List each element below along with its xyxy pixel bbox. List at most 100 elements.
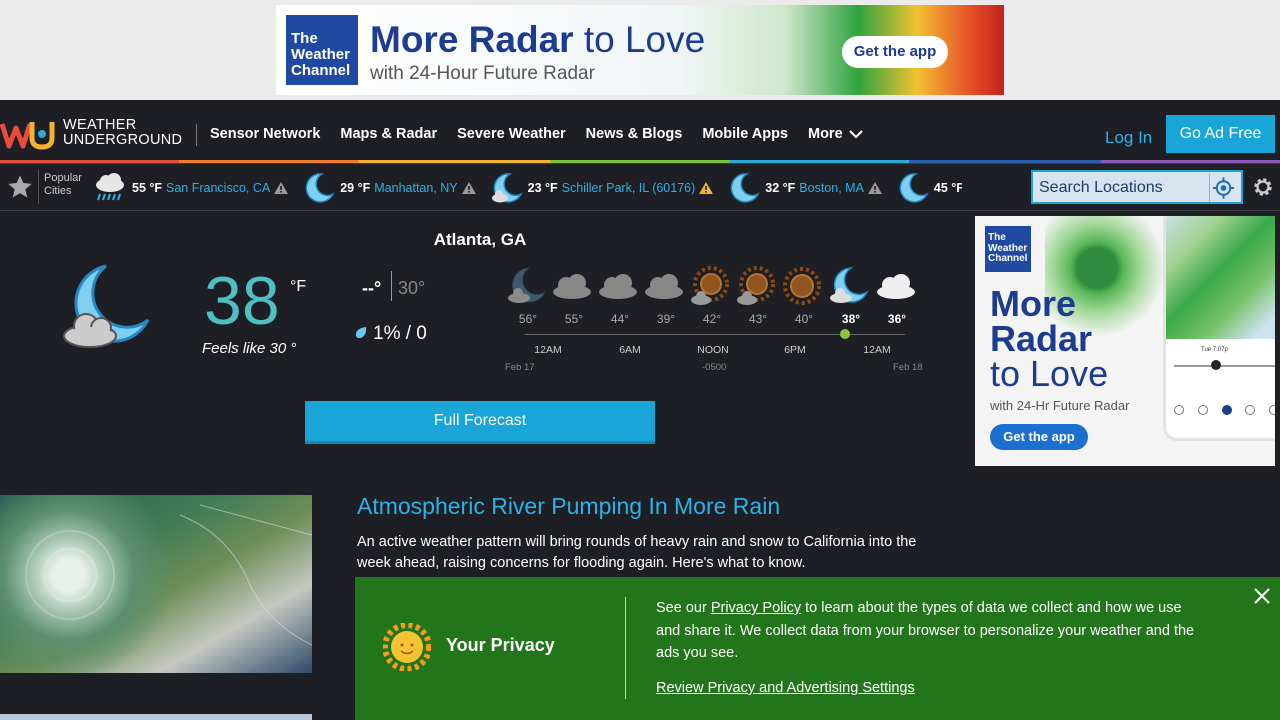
top-ad-title-light: to Love: [573, 19, 706, 60]
search-input[interactable]: [1039, 177, 1204, 199]
privacy-banner: Your Privacy See our Privacy Policy to l…: [355, 577, 1280, 720]
city-item[interactable]: 23 °F Schiller Park, IL (60176): [490, 171, 714, 205]
twc-logo-line: The: [988, 232, 1006, 243]
sun-cloud-icon: [737, 266, 775, 305]
login-link[interactable]: Log In: [1105, 128, 1152, 148]
wu-logo-icon: [0, 122, 55, 150]
nav-sensor-network[interactable]: Sensor Network: [210, 126, 320, 142]
time-label: 12AM: [863, 344, 891, 356]
go-ad-free-button[interactable]: Go Ad Free: [1166, 115, 1275, 153]
twc-logo-line: Weather: [291, 45, 350, 63]
privacy-title: Your Privacy: [446, 635, 555, 655]
time-label: 12AM: [534, 344, 562, 356]
temp-unit[interactable]: °F: [290, 278, 306, 296]
city-temp: 45 °F: [933, 181, 962, 195]
moon-icon: [305, 173, 335, 203]
hour-temp: 55°: [564, 312, 584, 326]
feels-like: Feels like 30 °: [202, 340, 297, 357]
nav-news-blogs[interactable]: News & Blogs: [586, 126, 683, 142]
city-item[interactable]: 29 °F Manhattan, NY: [302, 171, 476, 205]
cloud-icon: [553, 274, 591, 299]
hour-temp: 42°: [702, 312, 722, 326]
article-thumbnail[interactable]: [0, 495, 312, 673]
high-temp: --°: [362, 278, 382, 298]
top-ad-banner[interactable]: The Weather Channel More Radar to Love w…: [276, 5, 1004, 95]
nav-mobile-apps[interactable]: Mobile Apps: [702, 126, 788, 142]
phone-timeline-knob: [1211, 360, 1221, 370]
side-ad-title-line: Radar: [990, 318, 1093, 359]
twc-logo: The Weather Channel: [985, 226, 1031, 272]
top-ad-title-bold: More Radar: [370, 19, 574, 60]
article-title[interactable]: Atmospheric River Pumping In More Rain: [357, 493, 780, 520]
cloud-icon: [877, 274, 915, 299]
twc-logo-line: Channel: [291, 61, 351, 79]
side-ad-title-line: to Love: [990, 353, 1109, 394]
wu-logo-text: WEATHER UNDERGROUND: [63, 118, 182, 148]
twc-logo: The Weather Channel: [286, 15, 358, 85]
moon-icon: [730, 173, 760, 203]
current-temp: 38: [204, 263, 280, 339]
current-time-marker: [840, 329, 850, 339]
city-name[interactable]: Schiller Park, IL (60176): [562, 181, 696, 195]
privacy-text-part: See our: [656, 600, 711, 616]
moon-cloud-dim-icon: [508, 267, 547, 303]
side-ad-banner[interactable]: The Weather Channel Tue 7:07p More Radar…: [975, 216, 1275, 466]
twc-logo-line: The: [291, 30, 318, 47]
search-box: [1031, 170, 1243, 204]
twc-logo-line: Channel: [988, 253, 1028, 264]
city-item[interactable]: 45 °F Ho: [896, 171, 962, 205]
article-summary: An active weather pattern will bring rou…: [357, 534, 917, 571]
cloud-icon: [645, 274, 683, 299]
side-ad-title-line: More: [990, 283, 1077, 324]
timezone-offset: -0500: [702, 362, 727, 373]
side-ad-title: More Radar to Love: [990, 283, 1109, 394]
city-temp: 32 °F: [765, 181, 796, 195]
hour-temp: 36°: [887, 312, 907, 326]
popular-cities-label: Popular Cities: [44, 172, 82, 198]
city-item[interactable]: 55 °F San Francisco, CA: [92, 172, 289, 204]
time-label: 6PM: [784, 344, 806, 356]
hour-temp: 43°: [748, 312, 768, 326]
alert-icon: [461, 182, 476, 194]
hour-temp: 44°: [610, 312, 630, 326]
locate-icon[interactable]: [1209, 174, 1237, 202]
hour-temp: 39°: [656, 312, 676, 326]
nav-divider: [196, 124, 197, 146]
nav-maps-radar[interactable]: Maps & Radar: [340, 126, 437, 142]
sun-icon: [383, 623, 431, 671]
phone-time: Tue 7:07p: [1201, 347, 1228, 353]
top-ad-get-app-button[interactable]: Get the app: [842, 36, 948, 68]
city-name[interactable]: Boston, MA: [799, 181, 864, 195]
nav-severe-weather[interactable]: Severe Weather: [457, 126, 566, 142]
satellite-globe-image: [25, 504, 312, 646]
phone-nav: [1174, 405, 1275, 425]
privacy-policy-link[interactable]: Privacy Policy: [711, 600, 801, 616]
top-ad-subtitle: with 24-Hour Future Radar: [370, 63, 595, 84]
logo-line: WEATHER: [63, 117, 137, 133]
low-temp: 30°: [398, 278, 426, 298]
article-thumbnail-2[interactable]: [0, 714, 312, 720]
gear-icon[interactable]: [1252, 176, 1274, 198]
city-name[interactable]: San Francisco, CA: [166, 181, 270, 195]
hour-temp-current: 38°: [841, 312, 861, 326]
moon-cloud-icon: [830, 267, 869, 303]
main-nav: WEATHER UNDERGROUND Sensor Network Maps …: [0, 100, 1280, 162]
date-end: Feb 18: [893, 362, 923, 373]
alert-icon: [867, 182, 882, 194]
hour-temp: 40°: [794, 312, 814, 326]
rain-cloud-icon: [96, 173, 124, 201]
city-name[interactable]: Manhattan, NY: [374, 181, 457, 195]
full-forecast-button[interactable]: Full Forecast: [305, 401, 655, 444]
wu-logo[interactable]: WEATHER UNDERGROUND: [0, 114, 182, 154]
side-ad-subtitle: with 24-Hr Future Radar: [990, 398, 1130, 413]
moon-icon: [899, 173, 929, 203]
city-item[interactable]: 32 °F Boston, MA: [727, 171, 882, 205]
side-ad-get-app-button[interactable]: Get the app: [990, 424, 1088, 450]
nav-more[interactable]: More: [808, 126, 863, 142]
privacy-settings-link[interactable]: Review Privacy and Advertising Settings: [656, 680, 915, 696]
location-title: Atlanta, GA: [433, 230, 527, 249]
star-icon[interactable]: [6, 173, 34, 201]
city-temp: 55 °F: [132, 181, 163, 195]
close-icon[interactable]: [1252, 586, 1272, 606]
alert-icon: [274, 182, 289, 194]
